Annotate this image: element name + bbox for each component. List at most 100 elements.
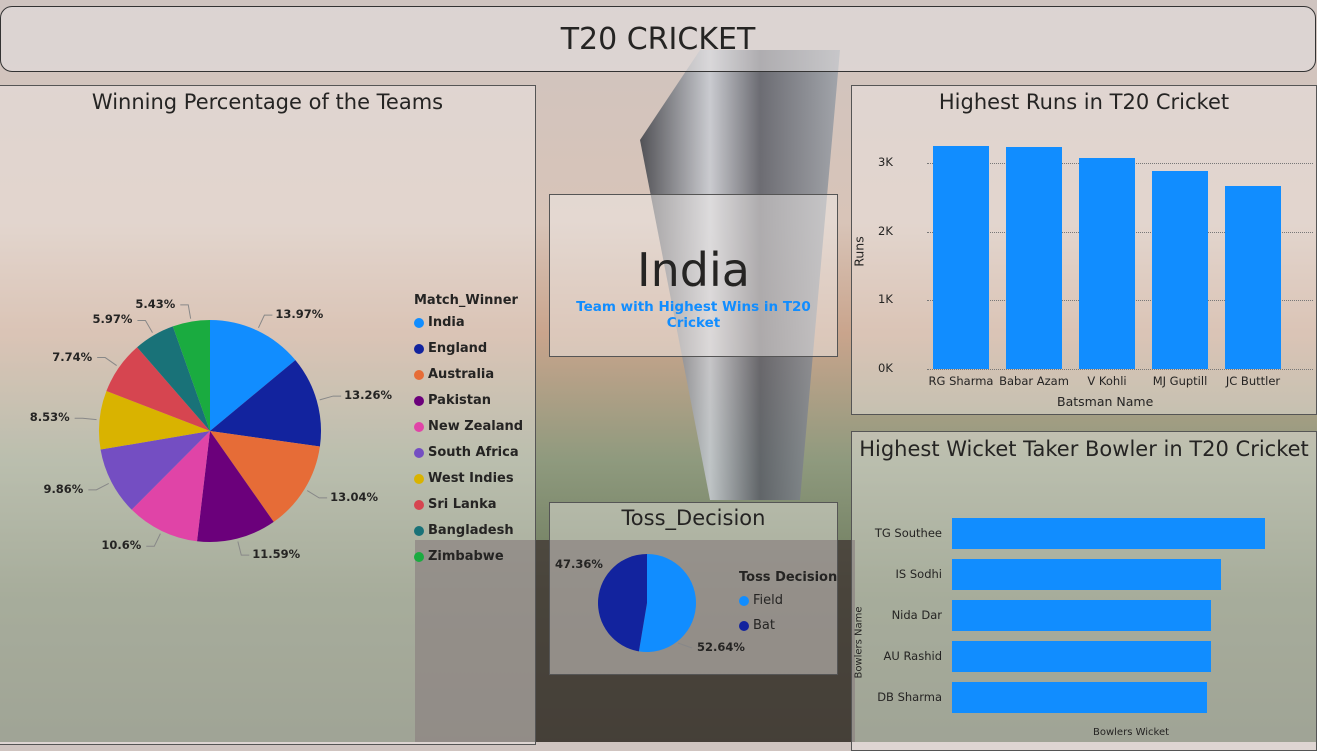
legend-label: Bat	[753, 618, 775, 633]
y-axis-title: Bowlers Name	[853, 606, 865, 679]
leader-line	[237, 541, 250, 556]
legend-item[interactable]: Zimbabwe	[414, 549, 504, 564]
legend-label: Zimbabwe	[428, 549, 504, 564]
x-tick-label: JC Buttler	[1225, 374, 1281, 388]
bar-rg-sharma[interactable]	[933, 145, 989, 369]
bar-is-sodhi[interactable]	[952, 559, 1221, 590]
bar-jc-buttler[interactable]	[1225, 186, 1281, 369]
legend-dot-icon	[414, 343, 424, 354]
legend-dot-icon	[414, 317, 424, 328]
data-label: 13.04%	[330, 489, 379, 504]
legend-label: New Zealand	[428, 419, 524, 434]
x-axis-title: Bowlers Wicket	[1093, 727, 1170, 738]
data-label: 11.59%	[252, 547, 301, 562]
legend-item-bat[interactable]: Bat	[739, 618, 775, 633]
legend-dot-icon	[739, 595, 749, 606]
x-tick-label: MJ Guptill	[1152, 374, 1208, 388]
runs-title: Highest Runs in T20 Cricket	[938, 90, 1230, 114]
leader-line	[306, 490, 328, 499]
pie-slice-field[interactable]	[638, 554, 696, 652]
bar-babar-azam[interactable]	[1006, 147, 1062, 369]
data-label: 7.74%	[52, 349, 93, 364]
legend-label: Pakistan	[428, 393, 492, 408]
data-label: 10.6%	[101, 538, 142, 553]
bar-nida-dar[interactable]	[952, 600, 1212, 631]
winning-pie-chart[interactable]	[0, 86, 537, 686]
legend-item-field[interactable]: Field	[739, 593, 783, 608]
legend-label: West Indies	[428, 471, 514, 486]
bar-v-kohli[interactable]	[1079, 158, 1135, 369]
legend-dot-icon	[414, 525, 424, 536]
page-title: T20 CRICKET	[560, 21, 756, 57]
y-tick-label: IS Sodhi	[895, 567, 942, 581]
leader-line	[88, 482, 109, 491]
x-tick-label: RG Sharma	[928, 374, 994, 388]
data-label-field: 52.64%	[697, 640, 745, 654]
data-label-bat: 47.36%	[555, 557, 603, 571]
dashboard-header: T20 CRICKET	[0, 6, 1316, 72]
legend-dot-icon	[414, 447, 424, 458]
kpi-value: India	[637, 243, 750, 297]
legend-item[interactable]: Australia	[414, 367, 494, 382]
data-label: 9.86%	[43, 481, 84, 496]
pie-slice-bat[interactable]	[598, 554, 647, 652]
bar-au-rashid[interactable]	[952, 641, 1212, 672]
y-tick-label: 3K	[878, 154, 893, 169]
highest-runs-panel[interactable]: Highest Runs in T20 Cricket 0K 1K 2K 3K RG S…	[851, 85, 1317, 415]
data-label: 13.26%	[344, 388, 393, 403]
data-label: 13.97%	[275, 307, 324, 322]
leader-line	[74, 417, 97, 421]
y-tick-label: Nida Dar	[891, 608, 942, 622]
bar-tg-southee[interactable]	[952, 518, 1265, 549]
legend-label: South Africa	[428, 445, 519, 460]
kpi-label: Team with Highest Wins in T20 Cricket	[576, 299, 811, 331]
leader-line	[180, 304, 192, 319]
leader-line	[137, 319, 153, 333]
legend-item[interactable]: England	[414, 341, 487, 356]
x-tick-label: Babar Azam	[999, 374, 1069, 388]
legend-dot-icon	[414, 395, 424, 406]
legend-dot-icon	[414, 499, 424, 510]
data-label: 8.53%	[29, 410, 70, 425]
y-tick-label: TG Southee	[874, 526, 942, 540]
legend-label: India	[428, 315, 465, 330]
wickets-title: Highest Wicket Taker Bowler in T20 Crick…	[859, 437, 1309, 461]
bar-mj-guptill[interactable]	[1152, 171, 1208, 369]
legend-title: Match_Winner	[414, 293, 518, 308]
leader-line	[97, 357, 117, 366]
wicket-taker-panel[interactable]: Highest Wicket Taker Bowler in T20 Crick…	[851, 431, 1317, 751]
legend-dot-icon	[414, 473, 424, 484]
leader-line	[257, 314, 273, 329]
legend-item[interactable]: Sri Lanka	[414, 497, 497, 512]
toss-decision-panel[interactable]: Toss_Decision 47.36% 52.64% Toss Decisio…	[549, 502, 838, 675]
legend-item[interactable]: South Africa	[414, 445, 519, 460]
legend-item[interactable]: Bangladesh	[414, 523, 514, 538]
toss-pie-chart[interactable]	[550, 503, 839, 676]
legend-item[interactable]: India	[414, 315, 465, 330]
legend-item[interactable]: West Indies	[414, 471, 514, 486]
legend-dot-icon	[414, 551, 424, 562]
legend-item[interactable]: Pakistan	[414, 393, 491, 408]
leader-line	[677, 642, 693, 649]
x-tick-label: V Kohli	[1087, 374, 1127, 388]
legend-dot-icon	[414, 421, 424, 432]
y-axis-title: Runs	[851, 236, 867, 267]
gridline	[927, 369, 1313, 370]
legend-label: England	[428, 341, 488, 356]
y-tick-label: AU Rashid	[883, 649, 943, 663]
legend-label: Bangladesh	[428, 523, 514, 538]
winning-percentage-panel[interactable]: Winning Percentage of the Teams 13.97% 13…	[0, 85, 536, 745]
x-axis-title: Batsman Name	[1057, 394, 1154, 409]
legend-label: Australia	[428, 367, 495, 382]
legend-label: Field	[753, 593, 784, 608]
toss-legend-title: Toss Decision	[739, 570, 838, 585]
y-tick-label: 1K	[878, 292, 893, 307]
legend-item[interactable]: New Zealand	[414, 419, 523, 434]
leader-line	[319, 395, 342, 401]
leader-line	[146, 533, 161, 547]
y-tick-label: 0K	[878, 361, 893, 375]
legend-label: Sri Lanka	[428, 497, 497, 512]
data-label: 5.43%	[135, 296, 176, 311]
legend-dot-icon	[414, 369, 424, 380]
bar-db-sharma[interactable]	[952, 682, 1207, 713]
